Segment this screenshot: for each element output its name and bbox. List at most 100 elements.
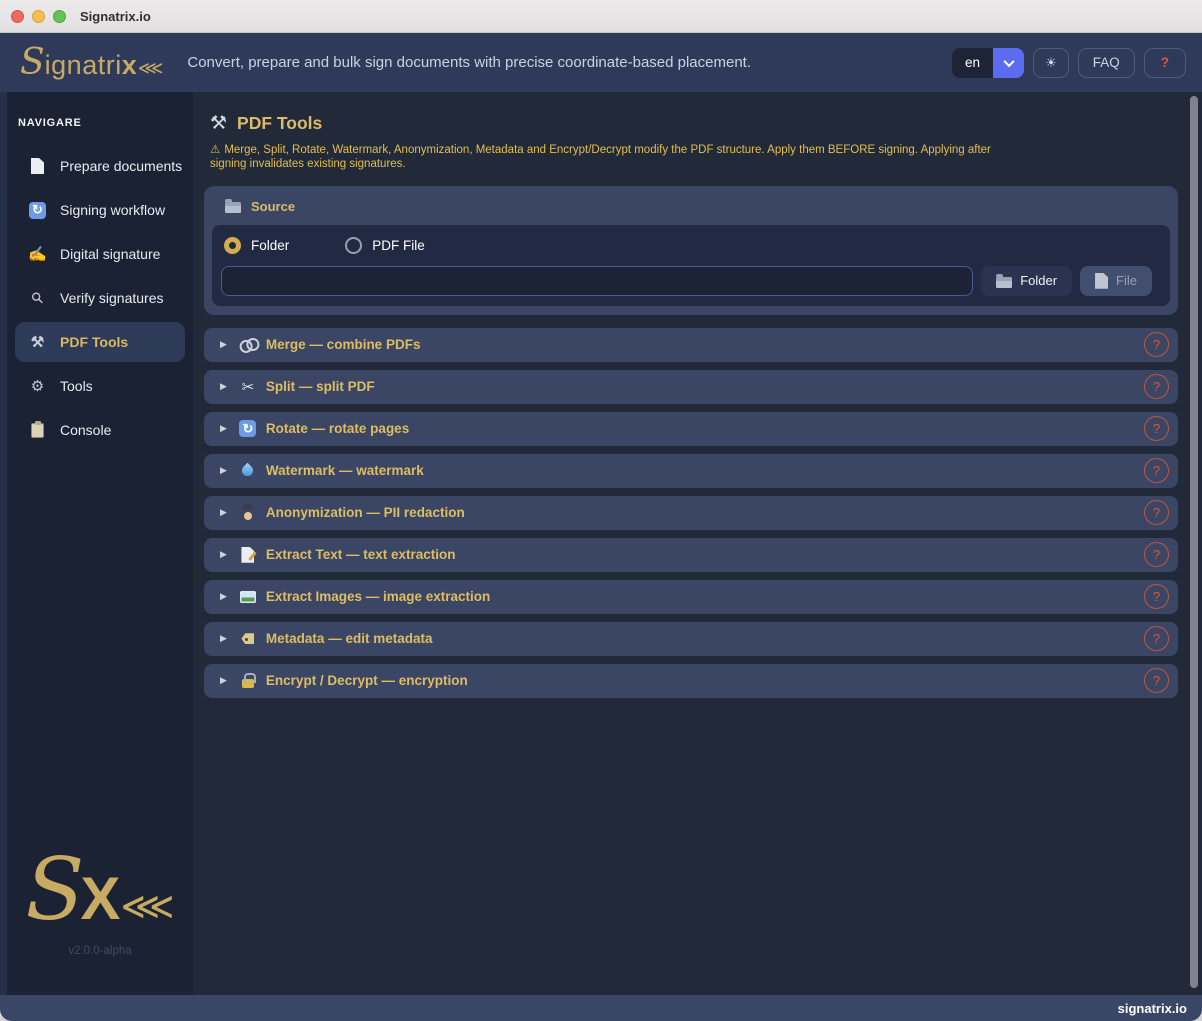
section-label: Watermark — watermark xyxy=(266,463,1144,478)
app-tagline: Convert, prepare and bulk sign documents… xyxy=(187,54,751,71)
sidebar-item-pdf-tools[interactable]: ⚒ PDF Tools xyxy=(15,322,185,362)
sidebar-item-label: Tools xyxy=(60,378,93,394)
help-extract-images-button[interactable]: ? xyxy=(1144,584,1169,609)
traffic-lights xyxy=(11,10,66,23)
link-rings-icon xyxy=(238,338,258,351)
detective-icon xyxy=(238,505,258,520)
expand-caret-icon: ▶ xyxy=(220,549,227,560)
source-panel-title: Source xyxy=(251,199,295,214)
section-merge[interactable]: ▶ Merge — combine PDFs ? xyxy=(204,328,1178,362)
memo-icon xyxy=(238,547,258,563)
window-title: Signatrix.io xyxy=(80,9,151,24)
sidebar-item-signing-workflow[interactable]: ↻ Signing workflow xyxy=(15,190,185,230)
sidebar-item-label: Digital signature xyxy=(60,246,160,262)
page-icon xyxy=(28,158,47,174)
sidebar-item-digital-signature[interactable]: ✍ Digital signature xyxy=(15,234,185,274)
section-label: Encrypt / Decrypt — encryption xyxy=(266,673,1144,688)
section-label: Extract Text — text extraction xyxy=(266,547,1144,562)
source-panel-body: Folder PDF File Folder xyxy=(212,225,1170,306)
app-root: Signatrix.io Signatrix⋘ Convert, prepare… xyxy=(0,0,1202,1021)
section-label: Extract Images — image extraction xyxy=(266,589,1144,604)
language-selector[interactable]: en xyxy=(952,48,1024,78)
section-anonymization[interactable]: ▶ Anonymization — PII redaction ? xyxy=(204,496,1178,530)
window-titlebar: Signatrix.io xyxy=(0,0,1202,33)
picture-icon xyxy=(238,591,258,603)
radio-option-pdf-file[interactable]: PDF File xyxy=(345,237,425,254)
radio-label: Folder xyxy=(251,238,289,253)
section-watermark[interactable]: ▶ Watermark — watermark ? xyxy=(204,454,1178,488)
source-type-radio-group: Folder PDF File xyxy=(224,237,1152,254)
browse-file-button[interactable]: File xyxy=(1080,266,1152,296)
section-extract-text[interactable]: ▶ Extract Text — text extraction ? xyxy=(204,538,1178,572)
source-panel: Source Folder PDF File xyxy=(204,186,1178,315)
browse-file-label: File xyxy=(1116,273,1137,288)
sidebar-item-console[interactable]: Console xyxy=(15,410,185,450)
section-rotate[interactable]: ▶ ↻ Rotate — rotate pages ? xyxy=(204,412,1178,446)
sidebar-item-verify-signatures[interactable]: ⚲ Verify signatures xyxy=(15,278,185,318)
expand-caret-icon: ▶ xyxy=(220,633,227,644)
scrollbar[interactable] xyxy=(1190,96,1198,988)
source-path-input[interactable] xyxy=(221,266,973,296)
radio-option-folder[interactable]: Folder xyxy=(224,237,289,254)
radio-label: PDF File xyxy=(372,238,425,253)
sidebar-item-tools[interactable]: ⚙ Tools xyxy=(15,366,185,406)
expand-caret-icon: ▶ xyxy=(220,381,227,392)
app-footer: signatrix.io xyxy=(0,995,1202,1021)
sidebar-logo-chevrons-icon: ⋘ xyxy=(120,884,174,929)
help-encrypt-decrypt-button[interactable]: ? xyxy=(1144,668,1169,693)
expand-caret-icon: ▶ xyxy=(220,675,227,686)
browse-folder-button[interactable]: Folder xyxy=(981,266,1072,296)
radio-selected-icon[interactable] xyxy=(224,237,241,254)
faq-button[interactable]: FAQ xyxy=(1078,48,1135,78)
section-encrypt-decrypt[interactable]: ▶ Encrypt / Decrypt — encryption ? xyxy=(204,664,1178,698)
lock-icon xyxy=(238,673,258,688)
theme-toggle-button[interactable]: ☀ xyxy=(1033,48,1069,78)
hammer-wrench-icon: ⚒ xyxy=(210,112,227,135)
header-controls: en ☀ FAQ ? xyxy=(952,48,1186,78)
warning-icon: ⚠ xyxy=(210,144,220,156)
header-help-button[interactable]: ? xyxy=(1144,48,1186,78)
footer-brand: signatrix.io xyxy=(1118,1001,1187,1016)
help-watermark-button[interactable]: ? xyxy=(1144,458,1169,483)
section-split[interactable]: ▶ ✂ Split — split PDF ? xyxy=(204,370,1178,404)
section-label: Rotate — rotate pages xyxy=(266,421,1144,436)
minimize-button[interactable] xyxy=(32,10,45,23)
sidebar-item-label: Signing workflow xyxy=(60,202,165,218)
pdf-structure-warning: ⚠Merge, Split, Rotate, Watermark, Anonym… xyxy=(210,143,1028,172)
section-extract-images[interactable]: ▶ Extract Images — image extraction ? xyxy=(204,580,1178,614)
magnifier-icon: ⚲ xyxy=(28,289,47,307)
app-version: v2.0.0-alpha xyxy=(7,945,193,957)
source-path-row: Folder File xyxy=(221,266,1152,296)
maximize-button[interactable] xyxy=(53,10,66,23)
sidebar-item-label: PDF Tools xyxy=(60,334,128,350)
app-logo: Signatrix⋘ xyxy=(20,45,163,81)
hammer-wrench-icon: ⚒ xyxy=(28,333,47,351)
sidebar-item-prepare-documents[interactable]: Prepare documents xyxy=(15,146,185,186)
help-anonymization-button[interactable]: ? xyxy=(1144,500,1169,525)
sidebar-logo-s: S xyxy=(25,852,84,929)
help-rotate-button[interactable]: ? xyxy=(1144,416,1169,441)
expand-caret-icon: ▶ xyxy=(220,423,227,434)
sidebar-item-label: Verify signatures xyxy=(60,290,164,306)
tag-icon xyxy=(238,633,258,644)
sync-icon: ↻ xyxy=(28,202,47,219)
close-button[interactable] xyxy=(11,10,24,23)
language-dropdown-button[interactable] xyxy=(993,48,1024,78)
help-metadata-button[interactable]: ? xyxy=(1144,626,1169,651)
logo-text: ignatri xyxy=(45,50,122,81)
sun-icon: ☀ xyxy=(1045,55,1057,71)
clipboard-icon xyxy=(28,423,47,438)
writing-hand-icon: ✍ xyxy=(28,245,47,263)
section-metadata[interactable]: ▶ Metadata — edit metadata ? xyxy=(204,622,1178,656)
radio-unselected-icon[interactable] xyxy=(345,237,362,254)
sidebar-logo-x: X xyxy=(80,864,120,933)
logo-letter-x: x xyxy=(122,50,137,81)
help-split-button[interactable]: ? xyxy=(1144,374,1169,399)
page-title-row: ⚒ PDF Tools xyxy=(210,112,1178,135)
file-icon xyxy=(1095,273,1108,289)
sidebar-item-label: Console xyxy=(60,422,111,438)
help-extract-text-button[interactable]: ? xyxy=(1144,542,1169,567)
folder-icon xyxy=(225,202,241,213)
help-merge-button[interactable]: ? xyxy=(1144,332,1169,357)
section-label: Split — split PDF xyxy=(266,379,1144,394)
